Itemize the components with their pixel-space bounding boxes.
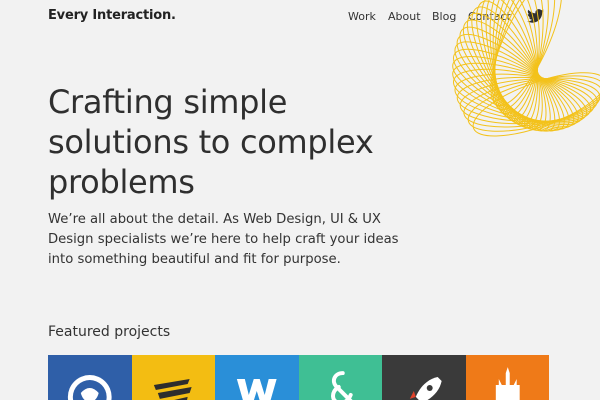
page: Every Interaction. Work About Blog Conta… [0,0,600,400]
hero-title: Crafting simple solutions to complex pro… [48,83,374,201]
ampersand-icon [330,371,353,400]
project-tile-ampersand[interactable] [298,355,382,400]
project-tile-castle[interactable] [465,355,549,400]
fast-lines-icon [153,379,192,400]
castle-icon [495,367,520,400]
nav-work[interactable]: Work [348,10,376,23]
project-tile-lion[interactable] [48,355,132,400]
project-tile-speed[interactable] [131,355,215,400]
nav-about[interactable]: About [388,10,421,23]
hero-description: We’re all about the detail. As Web Desig… [48,212,399,267]
rocket-icon [409,377,442,400]
w-letter-icon [236,379,277,400]
spirograph-decoration [452,0,600,137]
featured-projects-grid [48,355,549,400]
lion-crest-icon [67,375,112,400]
project-tile-w[interactable] [215,355,299,400]
featured-projects-heading: Featured projects [48,324,171,340]
site-logo[interactable]: Every Interaction. [48,8,176,23]
project-tile-rocket[interactable] [382,355,466,400]
